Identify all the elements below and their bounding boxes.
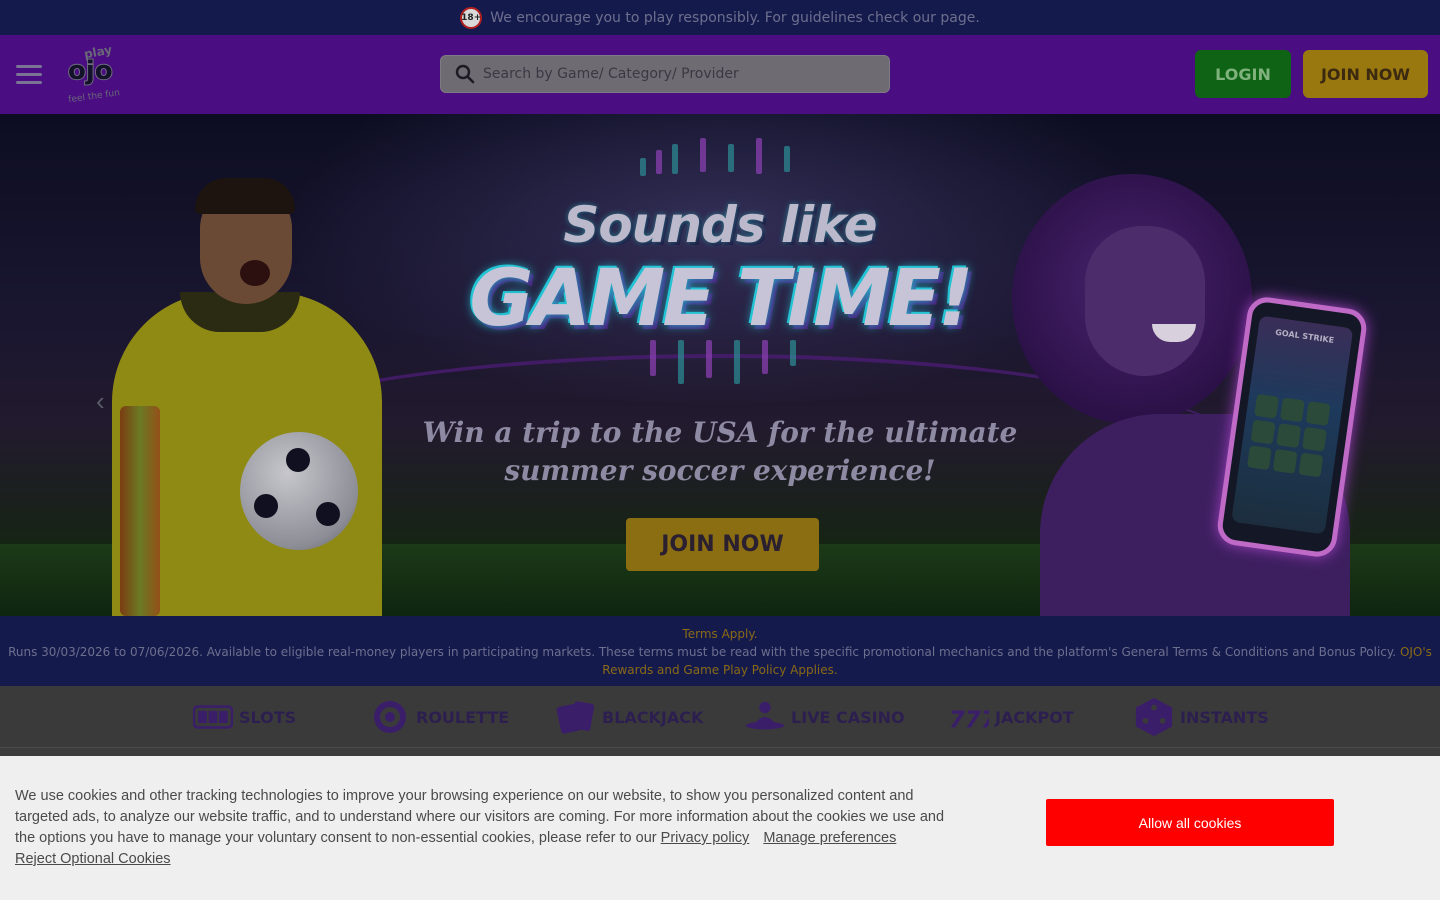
manage-preferences-link[interactable]: Manage preferences xyxy=(763,830,896,846)
category-nav: SLOTS ROULETTE BLACKJACK LIVE CASINO 777… xyxy=(0,686,1440,748)
menu-icon[interactable] xyxy=(16,65,42,84)
category-roulette[interactable]: ROULETTE xyxy=(370,694,509,740)
category-live-casino[interactable]: LIVE CASINO xyxy=(745,694,905,740)
hero-subtitle-line1: Win a trip to the USA for the ultimate xyxy=(422,416,1018,449)
cards-icon xyxy=(556,697,596,737)
category-slots[interactable]: SLOTS xyxy=(193,694,296,740)
cookie-message: We use cookies and other tracking techno… xyxy=(15,786,950,870)
logo-main-text: ojo xyxy=(68,56,113,86)
login-button[interactable]: LOGIN xyxy=(1195,50,1291,98)
hero-subtitle-line2: summer soccer experience! xyxy=(504,454,936,487)
category-label: ROULETTE xyxy=(416,707,510,727)
hero-title-line1: Sounds like xyxy=(563,196,877,254)
responsible-gaming-notice: 18+ We encourage you to play responsibly… xyxy=(0,0,1440,35)
dice-icon xyxy=(1134,697,1174,737)
terms-body: Runs 30/03/2026 to 07/06/2026. Available… xyxy=(8,645,1397,659)
dealer-icon xyxy=(745,697,785,737)
hero-banner[interactable]: GOAL STRIKE ‹ Sounds like GAME TIME! Win… xyxy=(0,114,1440,616)
category-label: INSTANTS xyxy=(1180,707,1269,727)
hero-join-now-button[interactable]: JOIN NOW xyxy=(626,518,819,571)
category-instants[interactable]: INSTANTS xyxy=(1134,694,1269,740)
roulette-icon xyxy=(370,697,410,737)
svg-text:777: 777 xyxy=(949,707,989,732)
category-label: BLACKJACK xyxy=(602,707,704,727)
category-label: LIVE CASINO xyxy=(791,707,905,727)
category-label: JACKPOT xyxy=(995,707,1074,727)
cookie-banner: We use cookies and other tracking techno… xyxy=(0,756,1440,900)
promo-terms: Terms Apply. Runs 30/03/2026 to 07/06/20… xyxy=(0,616,1440,686)
search-input[interactable] xyxy=(483,66,863,82)
777-icon: 777 xyxy=(949,697,989,737)
playojo-logo[interactable]: play ojo feel the fun xyxy=(62,41,126,106)
hero-title-line2: GAME TIME! xyxy=(469,254,973,344)
join-now-button[interactable]: JOIN NOW xyxy=(1303,50,1428,98)
privacy-policy-link[interactable]: Privacy policy xyxy=(661,830,750,846)
terms-heading-link[interactable]: Terms Apply. xyxy=(0,625,1440,643)
reject-optional-cookies-link[interactable]: Reject Optional Cookies xyxy=(15,851,171,867)
logo-tagline: feel the fun xyxy=(68,88,121,105)
slots-icon xyxy=(193,697,233,737)
notice-text[interactable]: We encourage you to play responsibly. Fo… xyxy=(490,10,980,26)
allow-all-cookies-button[interactable]: Allow all cookies xyxy=(1046,799,1334,846)
carousel-prev-icon[interactable]: ‹ xyxy=(96,386,118,416)
content-area-edge xyxy=(0,748,1440,756)
site-header: play ojo feel the fun LOGIN JOIN NOW xyxy=(0,35,1440,114)
age-restriction-badge: 18+ xyxy=(460,6,483,29)
hero-subtitle: Win a trip to the USA for the ultimate s… xyxy=(0,414,1440,490)
category-label: SLOTS xyxy=(239,707,297,727)
category-jackpot[interactable]: 777 JACKPOT xyxy=(949,694,1074,740)
category-blackjack[interactable]: BLACKJACK xyxy=(556,694,703,740)
search-bar[interactable] xyxy=(440,55,890,93)
search-icon xyxy=(455,64,475,84)
